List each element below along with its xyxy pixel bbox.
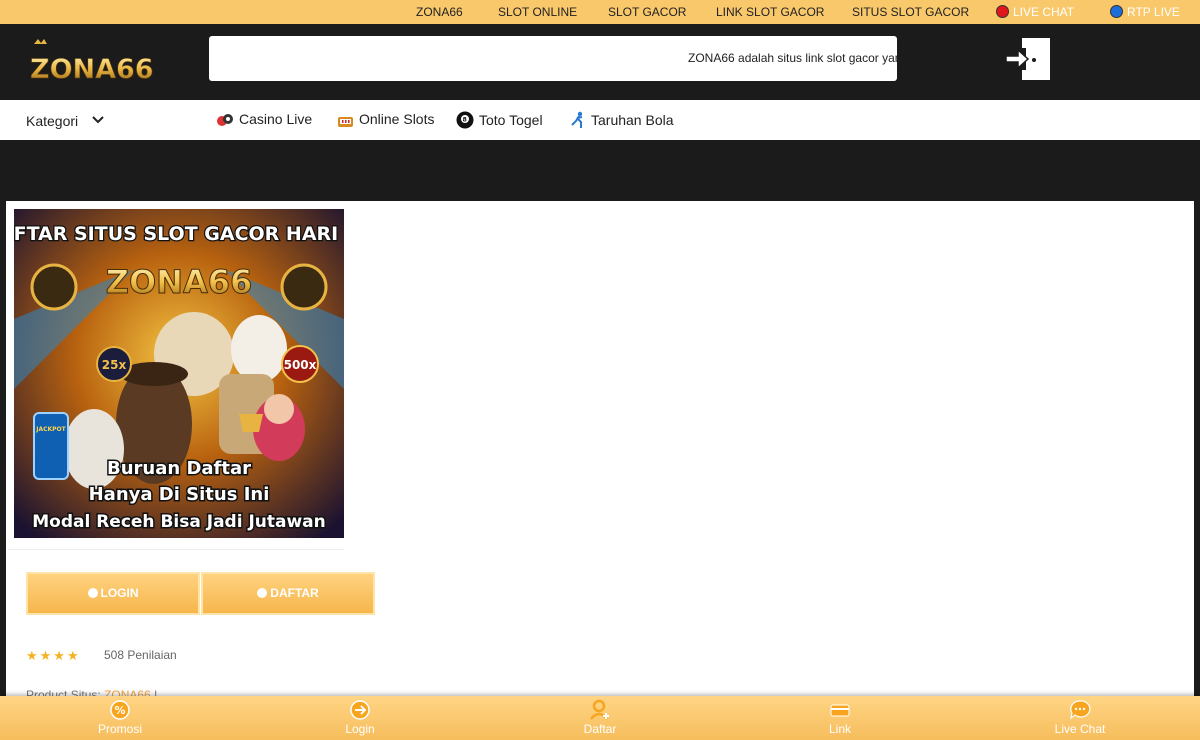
category-label: Taruhan Bola (591, 112, 674, 128)
product-info: Product Situs: ZONA66 | (26, 688, 157, 696)
promo-percent-icon: % (110, 700, 130, 720)
product-separator: | (154, 688, 158, 696)
marquee-text: ZONA66 adalah situs link slot gacor yan (688, 51, 897, 65)
svg-text:ZONA66: ZONA66 (30, 54, 154, 85)
bottom-nav-label: Promosi (97, 722, 142, 736)
add-user-icon (590, 699, 609, 720)
bottom-nav-link[interactable]: Link (800, 699, 880, 736)
login-arrow-icon (350, 700, 370, 720)
banner-line-2: Hanya Di Situs Ini (89, 484, 270, 505)
login-button[interactable]: LOGIN (26, 572, 200, 615)
promo-banner[interactable]: DAFTAR SITUS SLOT GACOR HARI INI ZONA66 … (14, 209, 344, 538)
top-link-zona66[interactable]: ZONA66 (416, 5, 463, 19)
bottom-nav-daftar[interactable]: Daftar (560, 699, 640, 736)
banner-multiplier-right: 500x (284, 358, 317, 372)
daftar-button-label: DAFTAR (270, 586, 319, 600)
category-label: Casino Live (239, 111, 313, 127)
top-link-bar: ZONA66 SLOT ONLINE SLOT GACOR LINK SLOT … (0, 0, 1200, 24)
svg-text:8: 8 (463, 117, 467, 124)
casino-chips-icon (217, 114, 233, 126)
top-link-live-chat[interactable]: LIVE CHAT (996, 5, 1074, 19)
rating-stars: ★★★★ (26, 648, 81, 663)
banner-headline: DAFTAR SITUS SLOT GACOR HARI INI (14, 223, 344, 245)
bottom-nav-label: Login (345, 722, 375, 736)
top-link-situs-slot-gacor[interactable]: SITUS SLOT GACOR (852, 5, 969, 19)
svg-text:%: % (114, 704, 125, 717)
category-taruhan-bola[interactable]: Taruhan Bola (570, 111, 674, 129)
main-content: DAFTAR SITUS SLOT GACOR HARI INI ZONA66 … (6, 201, 1194, 696)
chevron-down-icon[interactable] (91, 113, 105, 127)
eight-ball-icon: 8 (456, 111, 474, 129)
banner-jackpot: JACKPOT (35, 426, 66, 433)
login-button-label: LOGIN (100, 586, 139, 600)
top-link-slot-gacor[interactable]: SLOT GACOR (608, 5, 686, 19)
site-logo[interactable]: ZONA66 (30, 38, 165, 86)
divider (8, 549, 344, 550)
announcement-marquee: ZONA66 adalah situs link slot gacor yan (209, 36, 897, 81)
login-button-icon (87, 588, 98, 598)
banner-line-3: Modal Receh Bisa Jadi Jutawan (32, 512, 326, 532)
bottom-nav-login[interactable]: Login (320, 699, 400, 736)
kategori-dropdown-label[interactable]: Kategori (26, 113, 78, 129)
bottom-nav-promosi[interactable]: % Promosi (80, 699, 160, 736)
live-chat-dot-icon (996, 5, 1009, 18)
category-bar: Kategori Casino Live Online Slots 8 Toto … (0, 100, 1200, 140)
banner-brand: ZONA66 (106, 263, 252, 301)
product-value: ZONA66 (104, 688, 151, 696)
category-casino-live[interactable]: Casino Live (216, 111, 312, 128)
category-online-slots[interactable]: Online Slots (337, 111, 434, 128)
soccer-player-icon (571, 111, 583, 128)
banner-multiplier-left: 25x (102, 358, 127, 372)
live-chat-label: LIVE CHAT (1013, 5, 1075, 19)
bottom-nav: % Promosi Login Daftar Link Live Chat (0, 696, 1200, 740)
banner-line-1: Buruan Daftar (107, 458, 251, 479)
rtp-dot-icon (1110, 5, 1123, 18)
login-door-icon[interactable] (1004, 36, 1054, 82)
category-label: Online Slots (359, 111, 435, 127)
bottom-nav-label: Daftar (583, 722, 617, 736)
daftar-button-icon (257, 588, 268, 598)
top-link-rtp-live[interactable]: RTP LIVE (1110, 5, 1180, 19)
rating-count: 508 Penilaian (104, 648, 177, 662)
link-card-icon (830, 704, 850, 717)
top-link-slot-online[interactable]: SLOT ONLINE (498, 5, 577, 19)
product-label: Product Situs: (26, 688, 101, 696)
rtp-live-label: RTP LIVE (1127, 5, 1180, 19)
top-link-link-slot-gacor[interactable]: LINK SLOT GACOR (716, 5, 824, 19)
bottom-nav-label: Link (828, 722, 851, 736)
category-toto-togel[interactable]: 8 Toto Togel (456, 111, 543, 129)
site-header: ZONA66 ZONA66 adalah situs link slot gac… (0, 24, 1200, 100)
bottom-nav-label: Live Chat (1054, 722, 1106, 736)
daftar-button[interactable]: DAFTAR (201, 572, 375, 615)
category-label: Toto Togel (479, 112, 543, 128)
slot-machine-icon (338, 117, 353, 127)
bottom-nav-live-chat[interactable]: Live Chat (1040, 699, 1120, 736)
chat-bubble-icon (1070, 700, 1091, 720)
